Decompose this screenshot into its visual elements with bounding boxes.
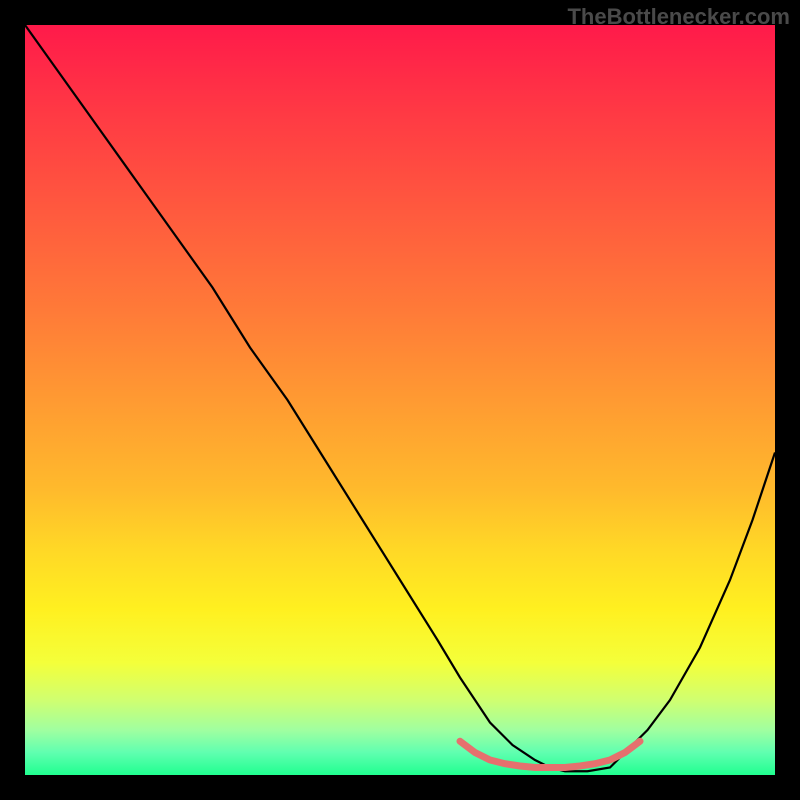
chart-background bbox=[25, 25, 775, 775]
watermark-text: TheBottlenecker.com bbox=[567, 4, 790, 30]
chart-plot-area bbox=[25, 25, 775, 775]
chart-svg bbox=[25, 25, 775, 775]
